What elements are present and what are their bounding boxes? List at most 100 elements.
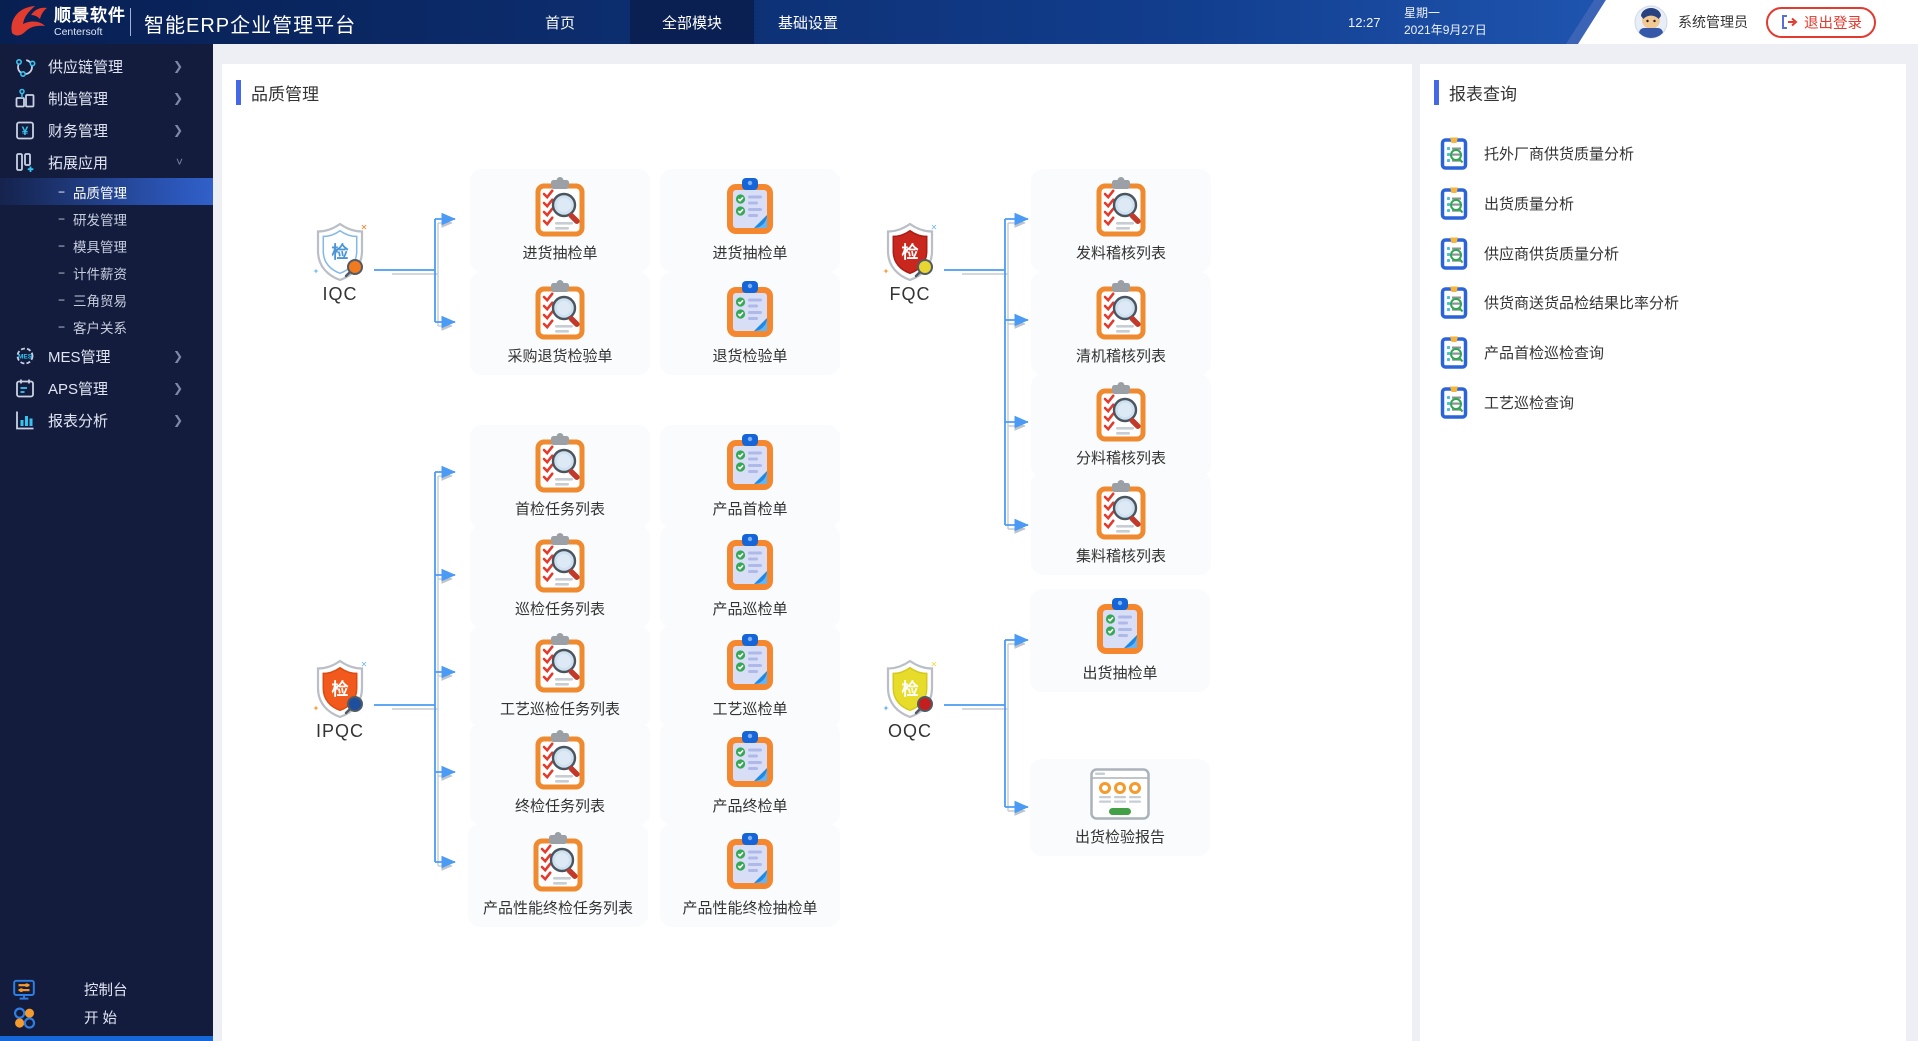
flow-node-form[interactable]: 产品终检单: [660, 722, 840, 825]
flow-node-tasklist[interactable]: 采购退货检验单: [470, 272, 650, 375]
mes-icon: MES: [16, 347, 34, 365]
sidebar-subitem-triangle-trade[interactable]: − 三角贸易: [0, 286, 213, 313]
report-query-panel: 报表查询 托外厂商供货质量分析 出货质量分析 供应商供货质量分析 供货商送货品检…: [1420, 64, 1906, 1041]
sidebar-subitem-customer[interactable]: − 客户关系: [0, 313, 213, 340]
start-icon: [13, 1007, 36, 1029]
flow-node-form[interactable]: 产品性能终检抽检单: [660, 824, 840, 927]
sidebar-item-mes[interactable]: MES MES管理 ❯: [0, 340, 213, 372]
sidebar-subitem-label: 三角贸易: [73, 293, 128, 309]
logout-label: 退出登录: [1804, 15, 1862, 32]
flow-shield-ipqc[interactable]: 检 ✕ ✦ IPQC: [290, 658, 390, 742]
sidebar-footer-label: 开 始: [84, 1010, 118, 1027]
flow-node-tasklist[interactable]: 集料稽核列表: [1031, 472, 1211, 575]
svg-text:✦: ✦: [313, 704, 320, 713]
report-item-label: 供货商送货品检结果比率分析: [1484, 294, 1680, 312]
report-clipboard-icon: [1440, 137, 1468, 170]
inspection-tasklist-icon: [1096, 480, 1146, 540]
flow-node-form[interactable]: 产品巡检单: [660, 525, 840, 628]
svg-text:✦: ✦: [883, 704, 890, 713]
flow-node-tasklist[interactable]: 发料稽核列表: [1031, 169, 1211, 272]
report-query-item-5[interactable]: 产品首检巡检查询: [1440, 335, 1604, 369]
flow-node-label: 发料稽核列表: [1075, 245, 1166, 262]
svg-text:检: 检: [332, 242, 349, 262]
sidebar-menu: 供应链管理 ❯ 制造管理 ❯ ¥ 财务管理 ❯ 拓展应用 ˅ − 品质管理 − 研发管理 − 模具管理 − 计件…: [0, 44, 213, 436]
nav-item-basic-settings[interactable]: 基础设置: [753, 0, 863, 44]
flow-node-form[interactable]: 产品首检单: [660, 425, 840, 528]
flow-node-form[interactable]: 出货抽检单: [1030, 589, 1210, 692]
header-date-block: 星期一 2021年9月27日: [1404, 5, 1487, 39]
report-panel-title: 报表查询: [1449, 85, 1517, 104]
svg-text:✕: ✕: [931, 660, 938, 669]
chevron-right-icon: ❯: [172, 91, 183, 105]
report-query-item-2[interactable]: 出货质量分析: [1440, 186, 1574, 220]
svg-text:✕: ✕: [361, 660, 368, 669]
subitem-dash: −: [58, 238, 66, 253]
report-item-label: 供应商供货质量分析: [1484, 245, 1620, 263]
extensions-icon: [16, 153, 34, 172]
report-item-label: 托外厂商供货质量分析: [1484, 145, 1635, 163]
sidebar-item-supply-chain[interactable]: 供应链管理 ❯: [0, 50, 213, 82]
flow-node-report[interactable]: 出货检验报告: [1030, 759, 1210, 856]
flow-node-form[interactable]: 工艺巡检单: [660, 625, 840, 728]
chevron-down-icon: ˅: [175, 155, 183, 169]
shield-label: OQC: [887, 721, 932, 741]
flow-node-tasklist[interactable]: 分料稽核列表: [1031, 374, 1211, 477]
report-query-item-1[interactable]: 托外厂商供货质量分析: [1440, 136, 1634, 170]
sidebar-footer-console[interactable]: 控制台: [0, 975, 213, 1003]
svg-text:✕: ✕: [361, 223, 368, 232]
sidebar-item-label: MES管理: [48, 348, 111, 366]
inspection-report-icon: [1090, 768, 1150, 820]
flow-shield-oqc[interactable]: 检 ✕ ✦ OQC: [860, 658, 960, 742]
sidebar-item-manufacturing[interactable]: 制造管理 ❯: [0, 82, 213, 114]
nav-item-all-modules[interactable]: 全部模块: [630, 0, 754, 44]
flow-node-label: 终检任务列表: [514, 798, 605, 815]
sidebar-bottom-bar: [0, 1036, 213, 1041]
inspection-tasklist-icon: [535, 633, 585, 693]
user-avatar: [1634, 5, 1668, 39]
sidebar-item-aps[interactable]: APS管理 ❯: [0, 372, 213, 404]
flow-node-tasklist[interactable]: 巡检任务列表: [470, 525, 650, 628]
report-query-item-3[interactable]: 供应商供货质量分析: [1440, 236, 1619, 270]
shield-label: FQC: [889, 284, 931, 304]
sidebar-subitem-label: 模具管理: [73, 239, 128, 255]
sidebar-subitem-mold[interactable]: − 模具管理: [0, 232, 213, 259]
flow-node-label: 产品性能终检任务列表: [482, 900, 633, 917]
sidebar-subitem-piece-wage[interactable]: − 计件薪资: [0, 259, 213, 286]
svg-text:¥: ¥: [22, 124, 29, 138]
flow-node-tasklist[interactable]: 清机稽核列表: [1031, 272, 1211, 375]
shield-label: IQC: [322, 284, 358, 304]
inspection-tasklist-icon: [535, 533, 585, 593]
sidebar-footer-start[interactable]: 开 始: [0, 1003, 213, 1031]
nav-item-home[interactable]: 首页: [515, 0, 605, 44]
sidebar-subitem-rnd[interactable]: − 研发管理: [0, 205, 213, 232]
sidebar-item-report-analysis[interactable]: 报表分析 ❯: [0, 404, 213, 436]
flow-node-tasklist[interactable]: 进货抽检单: [470, 169, 650, 272]
flow-node-tasklist[interactable]: 首检任务列表: [470, 425, 650, 528]
inspection-form-icon: [727, 534, 773, 590]
report-query-item-6[interactable]: 工艺巡检查询: [1440, 385, 1574, 419]
flow-shield-iqc[interactable]: 检 ✕ ✦ IQC: [290, 221, 390, 305]
sidebar-item-finance[interactable]: ¥ 财务管理 ❯: [0, 114, 213, 146]
inspection-form-icon: [727, 178, 773, 234]
chevron-right-icon: ❯: [172, 59, 183, 73]
chevron-right-icon: ❯: [172, 349, 183, 363]
report-query-item-4[interactable]: 供货商送货品检结果比率分析: [1440, 285, 1679, 319]
logout-button[interactable]: 退出登录: [1766, 6, 1876, 38]
flow-node-form[interactable]: 进货抽检单: [660, 169, 840, 272]
app-logo: 顺景软件 Centersoft: [8, 4, 126, 40]
sidebar-subitem-quality[interactable]: − 品质管理: [0, 178, 213, 205]
flow-node-tasklist[interactable]: 终检任务列表: [470, 722, 650, 825]
logo-swoosh-icon: [11, 6, 47, 36]
flow-node-tasklist[interactable]: 产品性能终检任务列表: [468, 824, 648, 927]
flow-node-label: 产品首检单: [712, 501, 788, 518]
flow-node-form[interactable]: 退货检验单: [660, 272, 840, 375]
flow-node-tasklist[interactable]: 工艺巡检任务列表: [470, 625, 650, 728]
page-title: 品质管理: [251, 85, 319, 104]
aps-icon: [16, 379, 34, 398]
report-clipboard-icon: [1440, 187, 1468, 220]
sidebar-item-extensions[interactable]: 拓展应用 ˅: [0, 146, 213, 178]
finance-icon: ¥: [16, 121, 34, 140]
inspection-form-icon: [1097, 598, 1143, 654]
flow-shield-fqc[interactable]: 检 ✕ ✦ FQC: [860, 221, 960, 305]
supply-chain-icon: [15, 59, 36, 77]
